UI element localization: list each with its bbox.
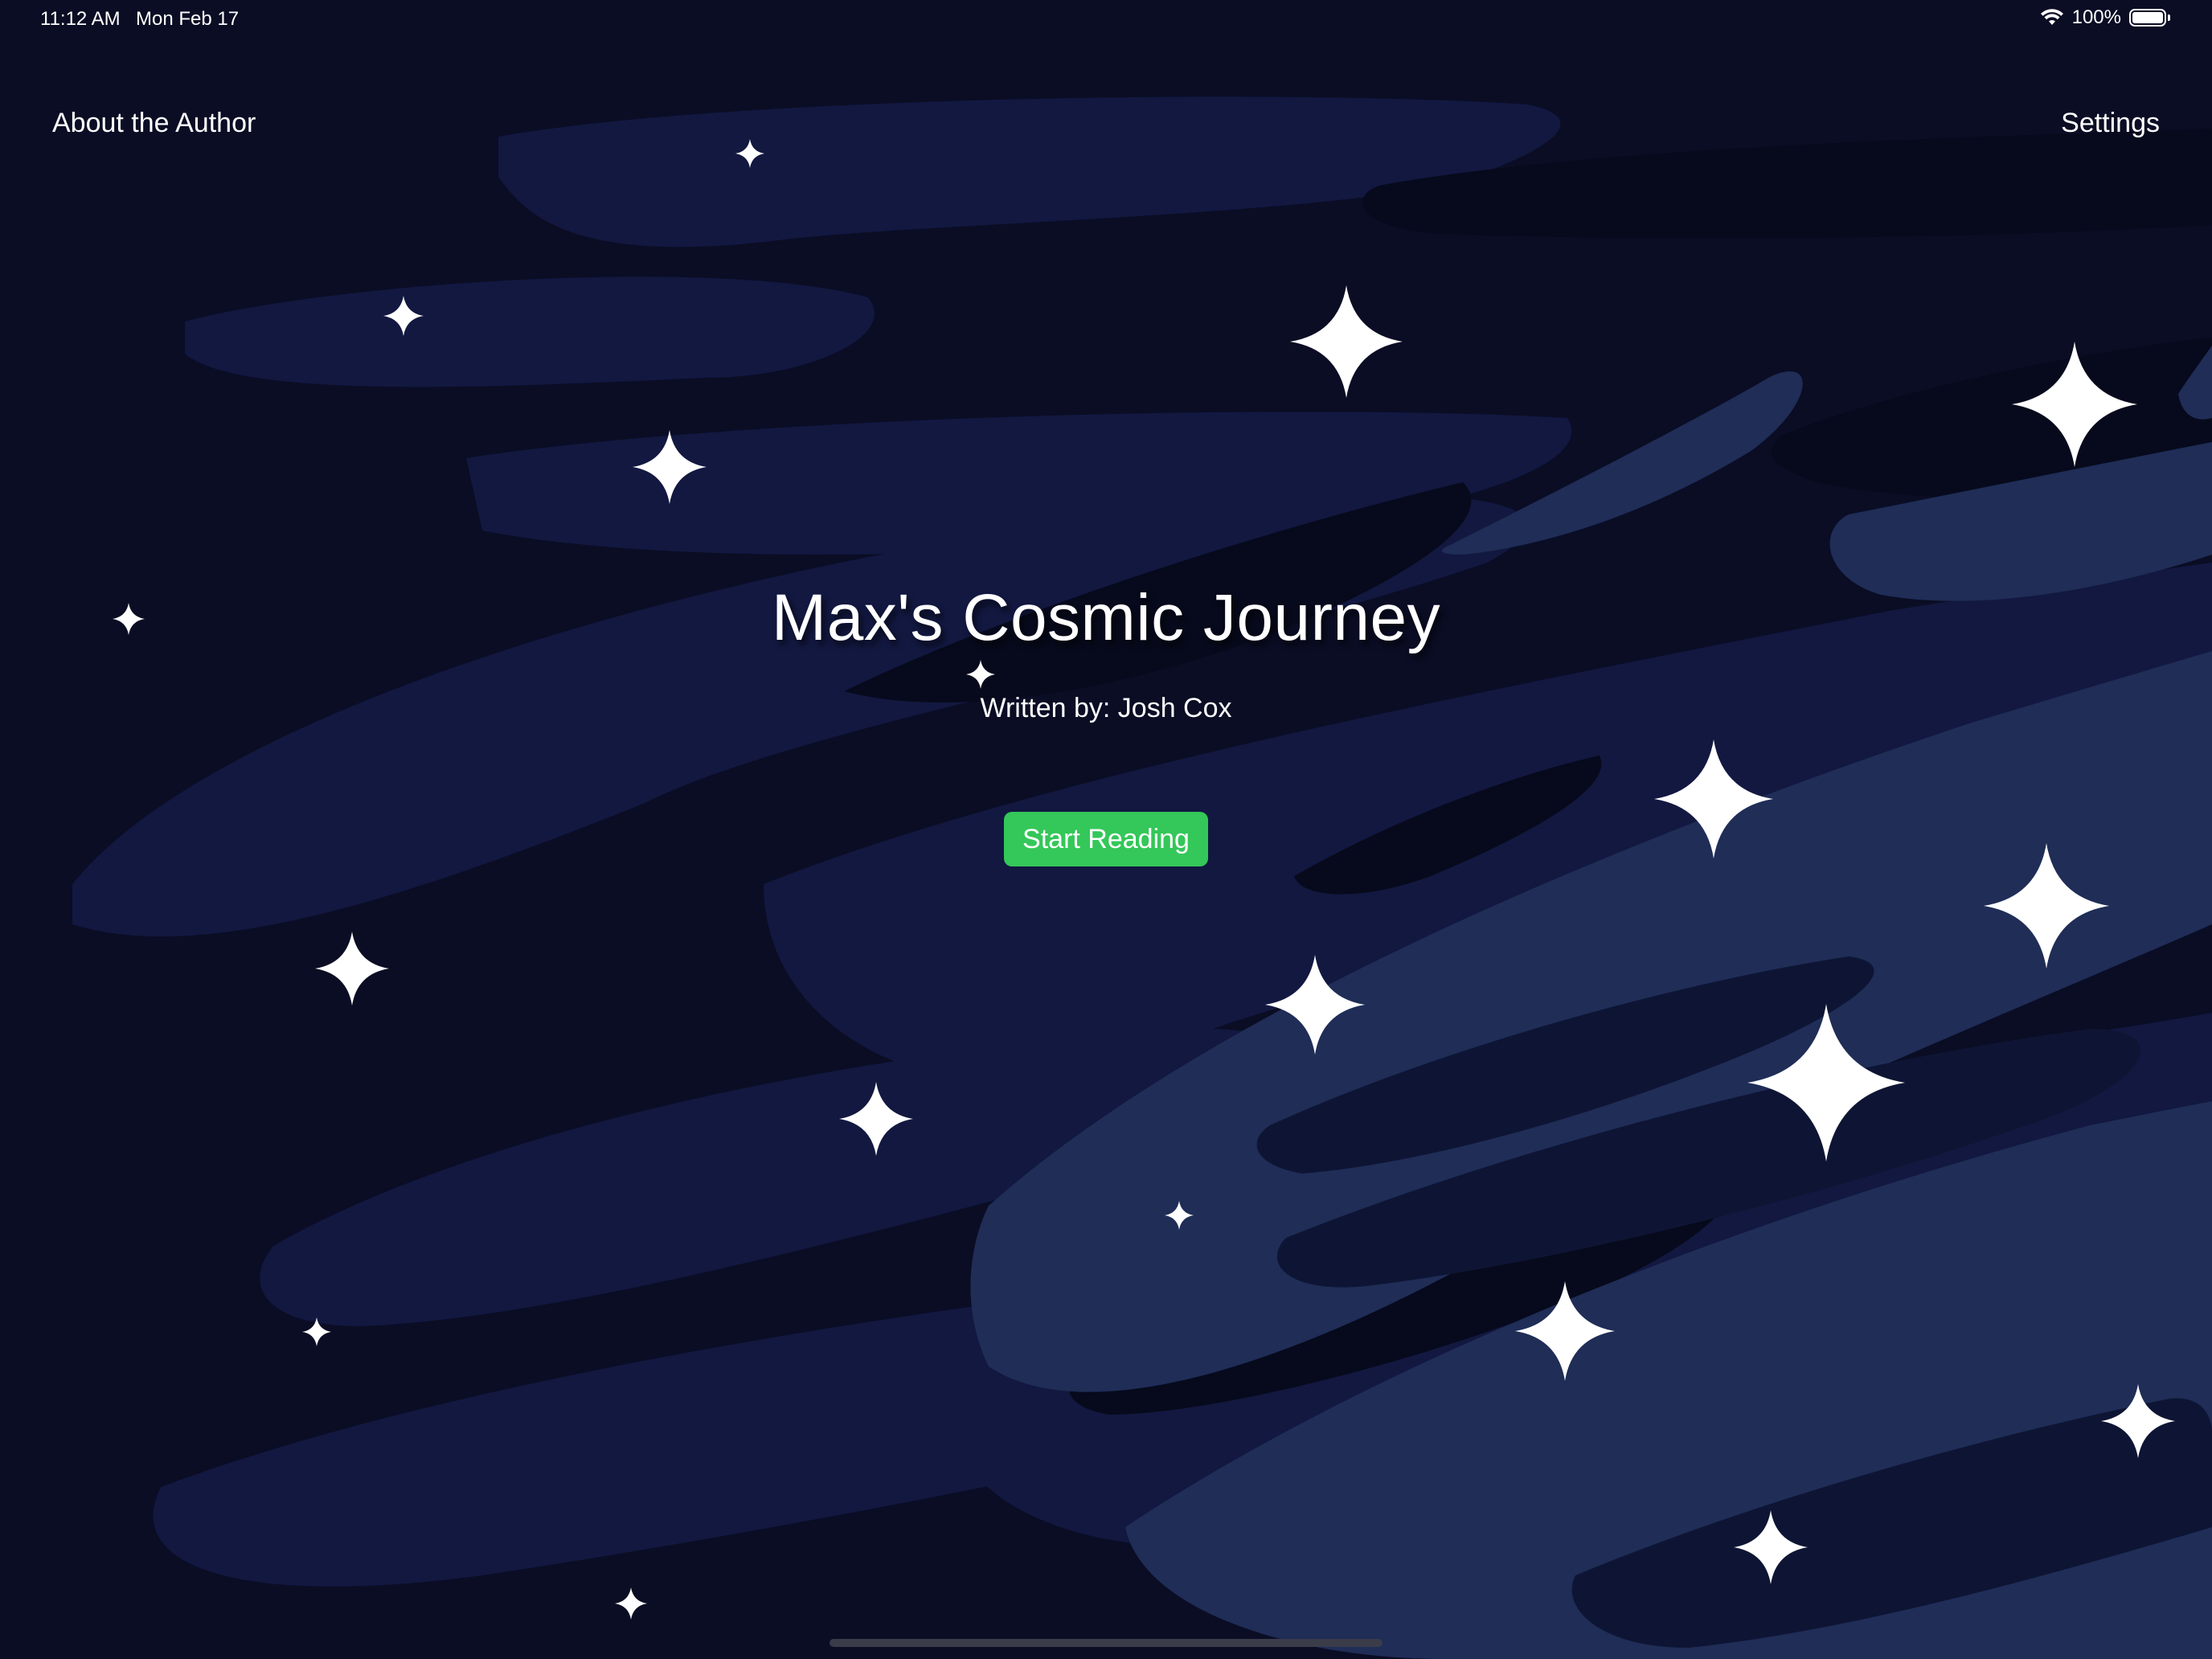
author-byline: Written by: Josh Cox xyxy=(980,693,1232,723)
battery-percent: 100% xyxy=(2071,6,2121,28)
battery-level xyxy=(2132,12,2163,23)
settings-button[interactable]: Settings xyxy=(2061,108,2160,139)
title-screen: 11:12 AM Mon Feb 17 100% About the Autho… xyxy=(0,0,2212,1659)
battery-tip xyxy=(2168,14,2170,21)
status-bar: 11:12 AM Mon Feb 17 100% xyxy=(0,0,2212,39)
wifi-icon xyxy=(2040,9,2063,25)
status-indicators: 100% xyxy=(2040,6,2170,29)
status-date: Mon Feb 17 xyxy=(136,8,240,30)
about-author-button[interactable]: About the Author xyxy=(52,108,256,139)
start-reading-button[interactable]: Start Reading xyxy=(1004,812,1208,866)
status-time: 11:12 AM xyxy=(40,8,121,30)
book-title: Max's Cosmic Journey xyxy=(771,581,1441,654)
battery-icon xyxy=(2129,9,2166,27)
home-indicator[interactable] xyxy=(830,1639,1382,1647)
